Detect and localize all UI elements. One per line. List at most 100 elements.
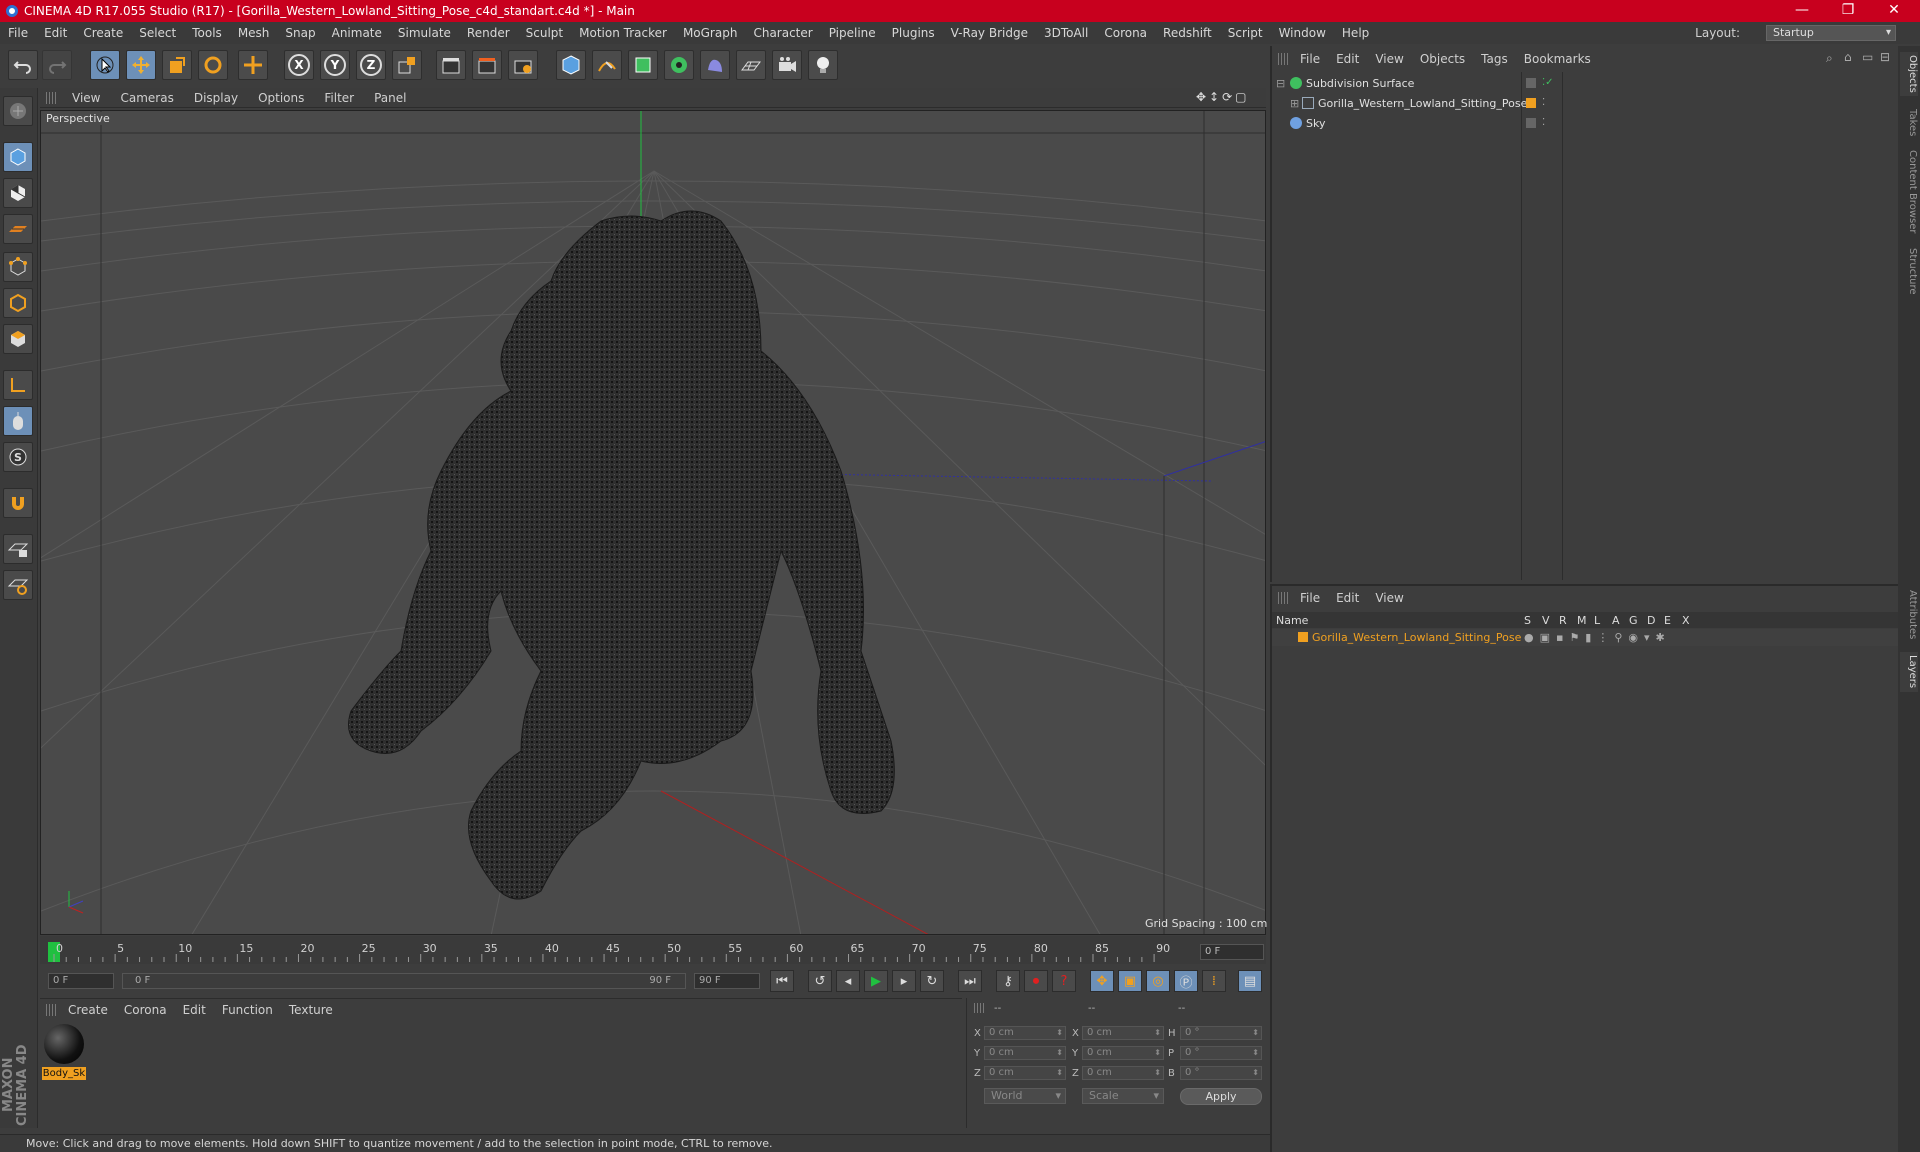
menu-character[interactable]: Character xyxy=(745,26,820,40)
coord-transform-select[interactable]: Scale xyxy=(1082,1088,1164,1104)
prev-key-button[interactable]: ↺ xyxy=(808,970,832,992)
tab-content-browser[interactable]: Content Browser xyxy=(1900,148,1918,236)
search-icon[interactable]: ⌕ xyxy=(1826,51,1833,66)
undo-button[interactable] xyxy=(8,50,38,80)
magnet-button[interactable] xyxy=(3,488,33,518)
add-deformer-button[interactable] xyxy=(700,50,730,80)
home-icon[interactable]: ⌂ xyxy=(1844,50,1852,64)
viewport-nav-icons[interactable]: ✥↕⟳▢ xyxy=(1196,90,1250,104)
key-pla-button[interactable]: ⁞ xyxy=(1202,970,1226,992)
pos-y-field[interactable]: 0 cm xyxy=(984,1046,1066,1060)
add-subdivision-button[interactable] xyxy=(628,50,658,80)
collapse-icon[interactable]: ▭ xyxy=(1862,50,1873,64)
layers-menu-edit[interactable]: Edit xyxy=(1328,591,1367,605)
tree-expand-icon[interactable]: ⊞ xyxy=(1290,97,1299,110)
axis-mode-button[interactable] xyxy=(3,370,33,400)
close-button[interactable]: ✕ xyxy=(1872,0,1916,22)
col-animation[interactable]: A xyxy=(1612,614,1620,627)
col-manager[interactable]: M xyxy=(1577,614,1587,627)
material-name[interactable]: Body_Sk xyxy=(42,1067,86,1080)
objects-menu-view[interactable]: View xyxy=(1367,52,1411,66)
add-cube-button[interactable] xyxy=(556,50,586,80)
layout-select[interactable]: Startup xyxy=(1766,25,1896,41)
layer-color-swatch[interactable] xyxy=(1298,632,1308,642)
render-settings-button[interactable] xyxy=(508,50,538,80)
layer-flag-icons[interactable]: ●▣▪⚑▮⋮⚲◉▾✱ xyxy=(1524,631,1671,644)
make-editable-button[interactable] xyxy=(3,96,33,126)
texture-mode-button[interactable] xyxy=(3,178,33,208)
rot-b-field[interactable]: 0 ° xyxy=(1180,1066,1262,1080)
menu-edit[interactable]: Edit xyxy=(36,26,75,40)
layers-menu-view[interactable]: View xyxy=(1367,591,1411,605)
objects-menu-file[interactable]: File xyxy=(1292,52,1328,66)
viewport-menu-panel[interactable]: Panel xyxy=(364,91,416,105)
size-y-field[interactable]: 0 cm xyxy=(1082,1046,1164,1060)
recent-tools-button[interactable] xyxy=(238,50,268,80)
move-tool-button[interactable] xyxy=(126,50,156,80)
menu-sculpt[interactable]: Sculpt xyxy=(518,26,571,40)
planar-workplane-button[interactable] xyxy=(3,570,33,600)
locked-workplane-button[interactable] xyxy=(3,534,33,564)
timeline-window-button[interactable]: ▤ xyxy=(1238,970,1262,992)
menu-tools[interactable]: Tools xyxy=(184,26,230,40)
coord-mode-select[interactable]: World xyxy=(984,1088,1066,1104)
col-locked[interactable]: L xyxy=(1594,614,1600,627)
object-row-gorilla[interactable]: ⊞ Gorilla_Western_Lowland_Sitting_Pose ⁚ xyxy=(1272,94,1898,113)
size-z-field[interactable]: 0 cm xyxy=(1082,1066,1164,1080)
add-spline-button[interactable] xyxy=(592,50,622,80)
material-menu-function[interactable]: Function xyxy=(214,1003,281,1017)
scale-tool-button[interactable] xyxy=(162,50,192,80)
menu-3dtoall[interactable]: 3DToAll xyxy=(1036,26,1096,40)
tab-structure[interactable]: Structure xyxy=(1900,244,1918,298)
col-solo[interactable]: S xyxy=(1524,614,1531,627)
layer-tag-icon[interactable] xyxy=(1526,78,1536,88)
material-menu-corona[interactable]: Corona xyxy=(116,1003,175,1017)
pos-x-field[interactable]: 0 cm xyxy=(984,1026,1066,1040)
menu-mesh[interactable]: Mesh xyxy=(230,26,278,40)
menu-redshift[interactable]: Redshift xyxy=(1155,26,1220,40)
layer-tag-icon[interactable] xyxy=(1526,118,1536,128)
x-axis-button[interactable]: X xyxy=(284,50,314,80)
range-start-field[interactable]: 0 F xyxy=(48,973,114,989)
menu-animate[interactable]: Animate xyxy=(324,26,390,40)
current-frame-field[interactable]: 0 F xyxy=(1200,944,1264,960)
add-camera-button[interactable] xyxy=(772,50,802,80)
viewport-menu-display[interactable]: Display xyxy=(184,91,248,105)
keyframe-selection-button[interactable]: ⚷ xyxy=(996,970,1020,992)
next-frame-button[interactable]: ▸ xyxy=(892,970,916,992)
objects-menu-tags[interactable]: Tags xyxy=(1473,52,1516,66)
render-to-picture-viewer-button[interactable] xyxy=(472,50,502,80)
menu-motion-tracker[interactable]: Motion Tracker xyxy=(571,26,675,40)
rotate-tool-button[interactable] xyxy=(198,50,228,80)
redo-button[interactable] xyxy=(42,50,72,80)
visibility-dots-icon[interactable]: ⁚ xyxy=(1542,117,1545,128)
pos-z-field[interactable]: 0 cm xyxy=(984,1066,1066,1080)
end-frame-field[interactable]: 90 F xyxy=(694,973,760,989)
menu-pipeline[interactable]: Pipeline xyxy=(821,26,884,40)
key-rotation-button[interactable]: ◎ xyxy=(1146,970,1170,992)
layers-menu-file[interactable]: File xyxy=(1292,591,1328,605)
render-view-button[interactable] xyxy=(436,50,466,80)
menu-render[interactable]: Render xyxy=(459,26,518,40)
menu-simulate[interactable]: Simulate xyxy=(390,26,459,40)
goto-start-button[interactable]: ⏮ xyxy=(770,970,794,992)
col-generators[interactable]: G xyxy=(1629,614,1638,627)
key-parameter-button[interactable]: Ⓟ xyxy=(1174,970,1198,992)
viewport-menu-filter[interactable]: Filter xyxy=(314,91,364,105)
visibility-dots-icon[interactable]: ⁚✓ xyxy=(1542,77,1554,88)
menu-select[interactable]: Select xyxy=(131,26,184,40)
key-position-button[interactable]: ✥ xyxy=(1090,970,1114,992)
next-key-button[interactable]: ↻ xyxy=(920,970,944,992)
size-x-field[interactable]: 0 cm xyxy=(1082,1026,1164,1040)
material-menu-create[interactable]: Create xyxy=(60,1003,116,1017)
perspective-viewport[interactable] xyxy=(40,110,1266,935)
live-selection-button[interactable] xyxy=(90,50,120,80)
objects-menu-bookmarks[interactable]: Bookmarks xyxy=(1516,52,1599,66)
visibility-dots-icon[interactable]: ⁚ xyxy=(1542,97,1545,108)
menu-file[interactable]: File xyxy=(0,26,36,40)
autokey-button[interactable]: ? xyxy=(1052,970,1076,992)
range-slider[interactable]: 0 F 90 F xyxy=(122,973,686,989)
tree-collapse-icon[interactable]: ⊟ xyxy=(1276,77,1285,90)
tab-objects[interactable]: Objects xyxy=(1900,52,1918,96)
tweak-mode-button[interactable] xyxy=(3,406,33,436)
